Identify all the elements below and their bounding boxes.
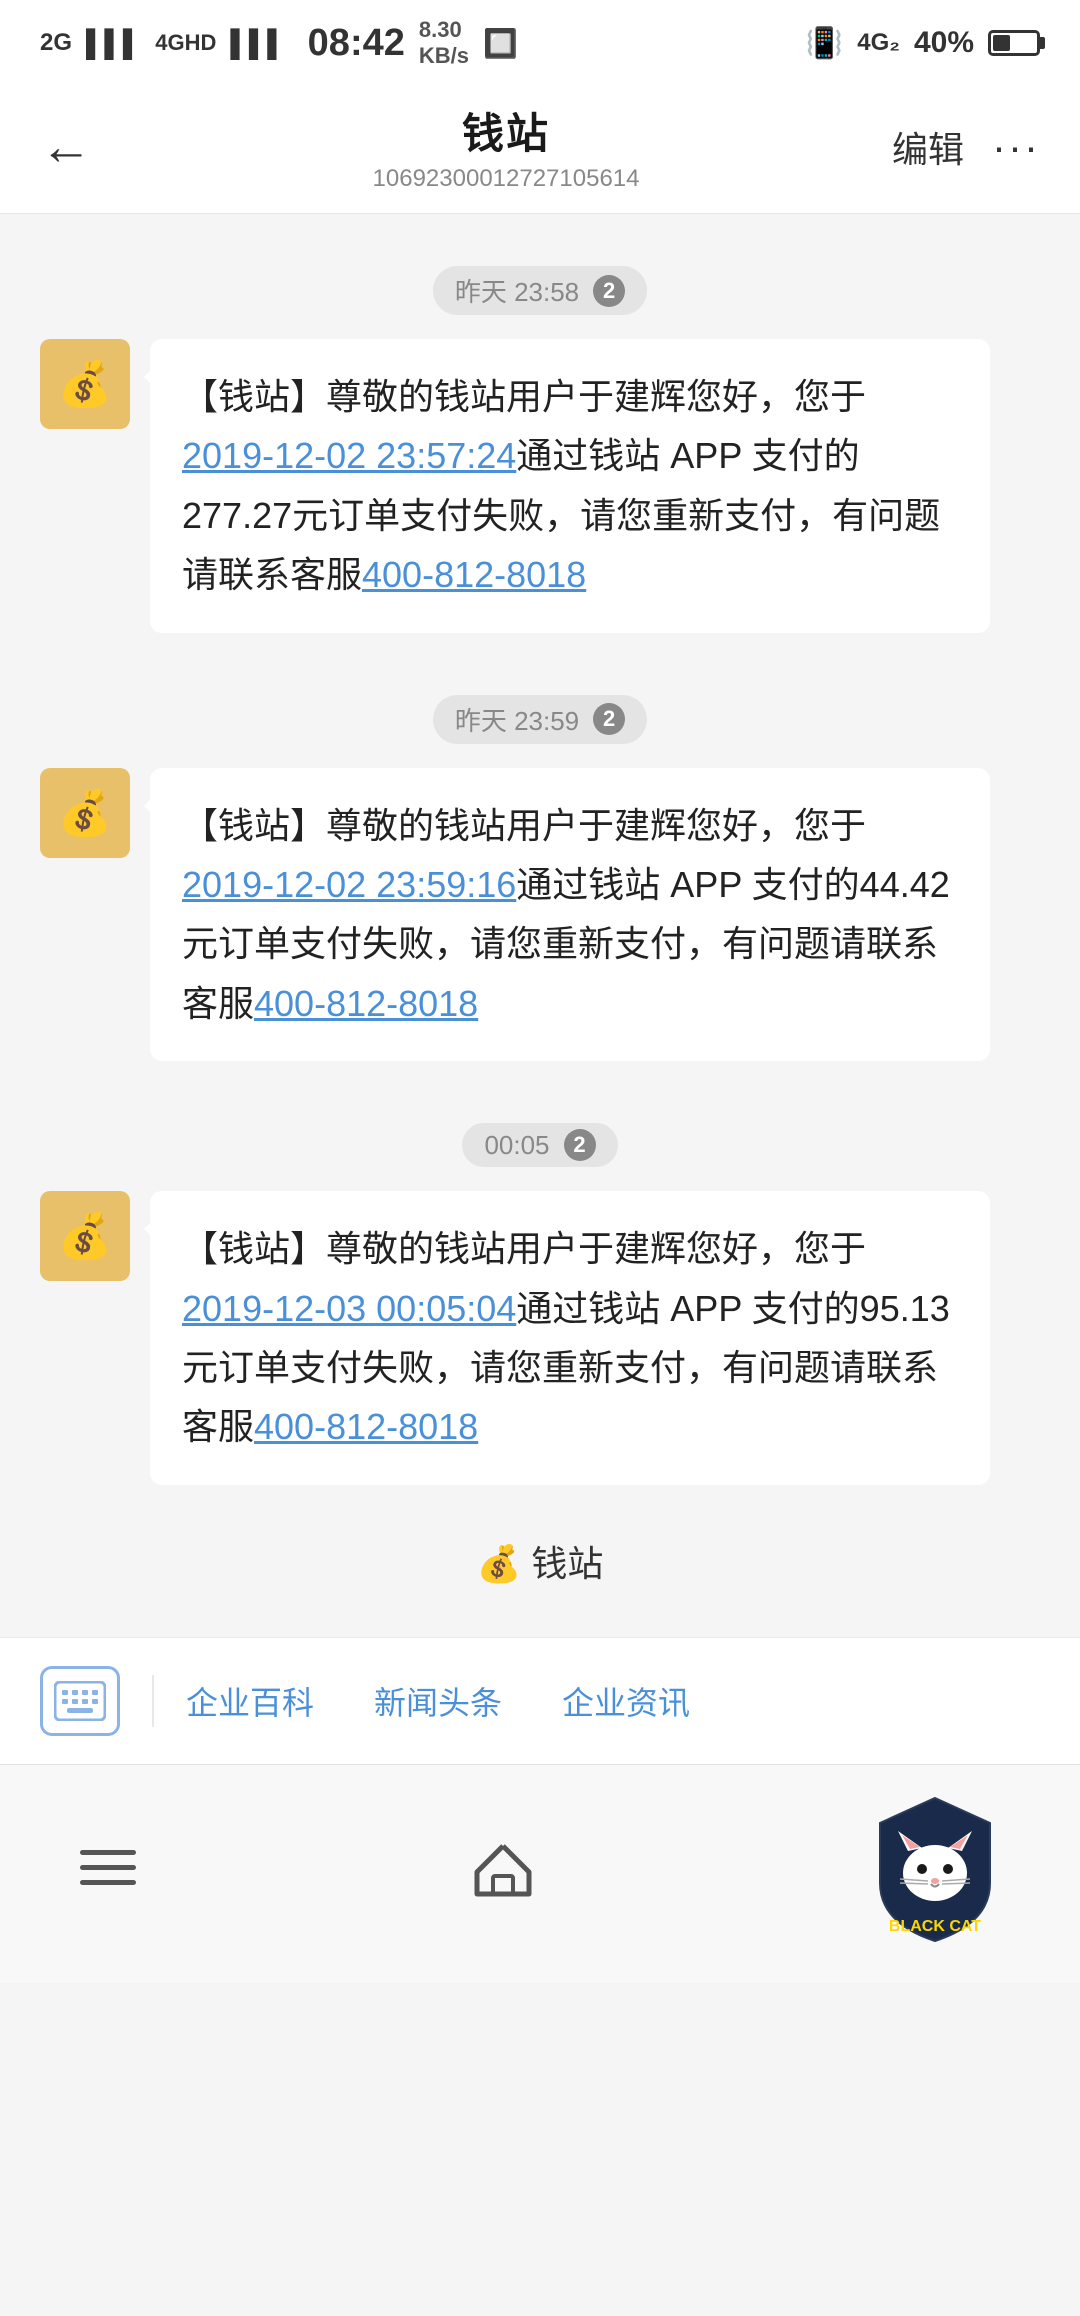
home-nav-button[interactable]: [473, 1838, 533, 1898]
msg-text-before-link-3: 【钱站】尊敬的钱站用户于建辉您好，您于: [182, 1228, 866, 1269]
blackcat-shield-svg: BLACK CAT: [870, 1793, 1000, 1943]
msg-text-before-link-2: 【钱站】尊敬的钱站用户于建辉您好，您于: [182, 805, 866, 846]
blackcat-logo: BLACK CAT: [870, 1793, 1000, 1943]
timestamp-text-1: 昨天 23:58: [455, 272, 579, 309]
timestamp-2: 昨天 23:59 2: [0, 695, 1080, 744]
message-row-1: 💰 【钱站】尊敬的钱站用户于建辉您好，您于 2019-12-02 23:57:24…: [0, 339, 1080, 663]
status-bar: 2G ▌▌▌ 4GHD ▌▌▌ 08:42 8.30KB/s 🔲 📳 4G₂ 4…: [0, 0, 1080, 80]
bottom-toolbar: 企业百科 新闻头条 企业资讯: [0, 1637, 1080, 1764]
timestamp-1: 昨天 23:58 2: [0, 266, 1080, 315]
sender-avatar-3: 💰: [40, 1191, 130, 1281]
hamburger-icon: [80, 1850, 136, 1885]
sender-avatar-1: 💰: [40, 339, 130, 429]
message-row-3: 💰 【钱站】尊敬的钱站用户于建辉您好，您于 2019-12-03 00:05:04…: [0, 1191, 1080, 1515]
time-display: 08:42: [308, 22, 405, 65]
toolbar-link-baike[interactable]: 企业百科: [186, 1678, 314, 1724]
blackcat-nav-button[interactable]: BLACK CAT: [870, 1793, 1000, 1943]
qianzhan-label: 钱站: [531, 1543, 603, 1584]
keyboard-button[interactable]: [40, 1666, 120, 1736]
network-speed: 8.30KB/s: [419, 17, 469, 70]
svg-text:BLACK CAT: BLACK CAT: [889, 1918, 981, 1935]
unread-badge-2: 2: [593, 703, 625, 735]
msg-datetime-link-1[interactable]: 2019-12-02 23:57:24: [182, 435, 516, 476]
message-bubble-1: 【钱站】尊敬的钱站用户于建辉您好，您于2019-12-02 23:57:24通过…: [150, 339, 990, 633]
signal-bars-1: ▌▌▌: [86, 28, 141, 59]
message-bubble-3: 【钱站】尊敬的钱站用户于建辉您好，您于2019-12-03 00:05:04通过…: [150, 1191, 990, 1485]
status-right: 📳 4G₂ 40%: [806, 26, 1040, 61]
qq-icon: 🔲: [483, 27, 518, 60]
menu-nav-button[interactable]: [80, 1850, 136, 1885]
vibrate-icon: 📳: [806, 26, 843, 61]
message-row-2: 💰 【钱站】尊敬的钱站用户于建辉您好，您于 2019-12-02 23:59:16…: [0, 768, 1080, 1092]
qianzhan-label-row: 💰钱站: [0, 1515, 1080, 1617]
nav-title-block: 钱站 10692300012727105614: [373, 100, 640, 193]
toolbar-link-news[interactable]: 新闻头条: [374, 1678, 502, 1724]
contact-id: 10692300012727105614: [373, 165, 640, 193]
toolbar-divider: [152, 1675, 154, 1727]
nav-bar: ← 钱站 10692300012727105614 编辑 ···: [0, 80, 1080, 214]
home-icon: [473, 1838, 533, 1898]
msg-text-before-link-1: 【钱站】尊敬的钱站用户于建辉您好，您于: [182, 376, 866, 417]
signal-4ghd: 4GHD: [155, 30, 216, 56]
keyboard-icon: [54, 1681, 106, 1721]
signal-bars-2: ▌▌▌: [230, 28, 285, 59]
timestamp-text-2: 昨天 23:59: [455, 701, 579, 738]
toolbar-links: 企业百科 新闻头条 企业资讯: [186, 1678, 1040, 1724]
message-bubble-2: 【钱站】尊敬的钱站用户于建辉您好，您于2019-12-02 23:59:16通过…: [150, 768, 990, 1062]
toolbar-link-info[interactable]: 企业资讯: [562, 1678, 690, 1724]
more-button[interactable]: ···: [992, 123, 1040, 171]
signal-4g2: 4G₂: [857, 29, 900, 57]
msg-datetime-link-2[interactable]: 2019-12-02 23:59:16: [182, 864, 516, 905]
timestamp-3: 00:05 2: [0, 1123, 1080, 1167]
nav-right-actions: 编辑 ···: [892, 121, 1040, 173]
msg-phone-link-1[interactable]: 400-812-8018: [362, 554, 586, 595]
msg-phone-link-2[interactable]: 400-812-8018: [254, 983, 478, 1024]
timestamp-text-3: 00:05: [484, 1130, 549, 1161]
msg-datetime-link-3[interactable]: 2019-12-03 00:05:04: [182, 1288, 516, 1329]
unread-badge-3: 2: [564, 1129, 596, 1161]
bottom-nav: BLACK CAT: [0, 1764, 1080, 1983]
qianzhan-icon: 💰: [477, 1543, 522, 1584]
messages-area: 昨天 23:58 2 💰 【钱站】尊敬的钱站用户于建辉您好，您于 2019-12-…: [0, 214, 1080, 1637]
status-left: 2G ▌▌▌ 4GHD ▌▌▌ 08:42 8.30KB/s 🔲: [40, 17, 518, 70]
page-title: 钱站: [462, 100, 550, 161]
back-button[interactable]: ←: [40, 117, 120, 177]
edit-button[interactable]: 编辑: [892, 121, 964, 173]
sender-avatar-2: 💰: [40, 768, 130, 858]
unread-badge-1: 2: [593, 275, 625, 307]
msg-phone-link-3[interactable]: 400-812-8018: [254, 1406, 478, 1447]
signal-2g: 2G: [40, 29, 72, 57]
battery-percent: 40%: [914, 26, 974, 60]
battery-indicator: [988, 30, 1040, 56]
